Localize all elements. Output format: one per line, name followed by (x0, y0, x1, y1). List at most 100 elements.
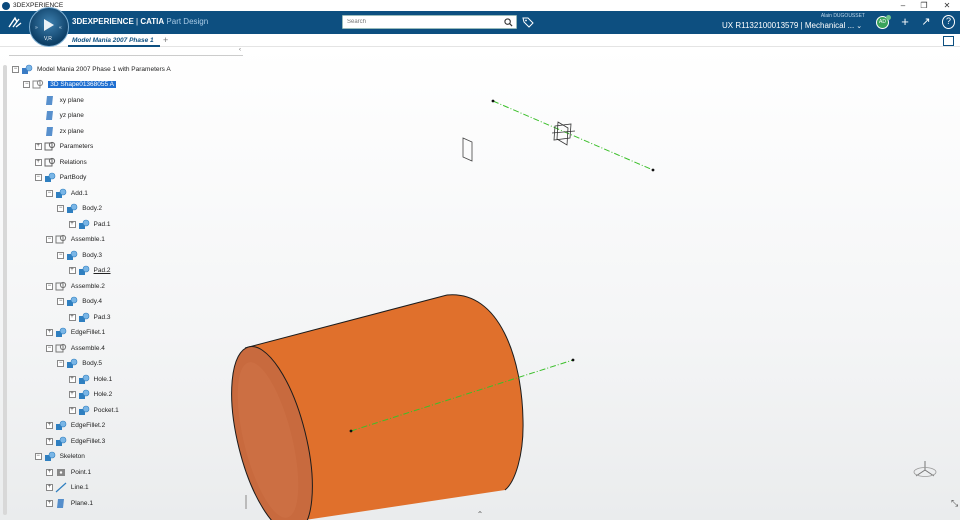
tree-node[interactable]: yz plane (35, 109, 84, 123)
collapse-node-icon[interactable]: − (45, 236, 53, 243)
fullscreen-icon[interactable] (943, 36, 954, 46)
tree-node[interactable]: − PartBody (34, 171, 86, 185)
tree-node[interactable]: + Pad.3 (68, 310, 111, 324)
search-box[interactable] (342, 15, 517, 29)
tree-resize-handle[interactable] (245, 495, 247, 509)
compass-button[interactable]: » « V,R (29, 7, 69, 47)
tree-node[interactable]: + Point.1 (45, 465, 91, 479)
tree-node[interactable]: + Relations (34, 155, 87, 169)
tree-node[interactable]: + Line.1 (45, 481, 89, 495)
play-icon[interactable] (44, 19, 54, 31)
expand-node-icon[interactable]: + (45, 422, 53, 429)
expand-node-icon[interactable]: + (45, 329, 53, 336)
expand-node-icon[interactable]: + (68, 313, 76, 321)
axis-endpoint[interactable] (571, 358, 575, 362)
tree-collapse-bar[interactable]: ‹ (9, 47, 243, 56)
restore-button[interactable]: ❐ (914, 0, 934, 11)
expand-node-icon[interactable]: + (45, 499, 53, 507)
compass-left-quadrant-icon[interactable]: » (35, 25, 38, 31)
collapse-node-icon[interactable]: − (34, 453, 42, 460)
help-button[interactable]: ? (942, 15, 955, 29)
axis-line-top[interactable] (492, 100, 654, 171)
collapse-node-icon[interactable]: − (34, 174, 42, 181)
tree-node[interactable]: − Body.3 (57, 248, 102, 262)
tree-node[interactable]: zx plane (35, 124, 84, 138)
avatar[interactable]: AD (876, 15, 891, 29)
expand-node-icon[interactable]: + (45, 484, 53, 491)
collapse-node-icon[interactable]: − (57, 251, 65, 259)
tree-node[interactable]: xy plane (35, 93, 84, 107)
expand-node-icon[interactable]: + (34, 158, 42, 166)
expand-node-icon[interactable]: + (45, 437, 53, 445)
reference-plane-glyph[interactable] (551, 121, 576, 146)
tree-node[interactable]: − Body.5 (57, 357, 102, 371)
tree-node[interactable]: − Body.4 (57, 295, 102, 309)
expand-node-icon[interactable]: + (34, 143, 42, 150)
collaborative-space-selector[interactable]: UX R1132100013579 | Mechanical ... ⌄ (722, 21, 862, 30)
tree-node[interactable]: + Hole.2 (68, 388, 112, 402)
tab-model-mania[interactable]: Model Mania 2007 Phase 1 (68, 34, 160, 47)
collapse-arrow-icon[interactable]: ‹ (239, 47, 241, 53)
collapse-node-icon[interactable]: − (45, 189, 53, 197)
tree-node-label: Pocket.1 (93, 406, 119, 414)
axis-endpoint[interactable] (349, 429, 353, 433)
tree-node[interactable]: − Assemble.2 (45, 279, 105, 293)
search-icon[interactable] (504, 18, 513, 27)
point-icon (56, 468, 65, 476)
tree-node[interactable]: − Model Mania 2007 Phase 1 with Parameter… (12, 62, 171, 76)
collapse-node-icon[interactable]: − (45, 344, 53, 352)
search-input[interactable] (343, 16, 493, 28)
expand-node-icon[interactable]: + (68, 406, 76, 414)
collapse-node-icon[interactable]: − (57, 360, 65, 367)
tree-node[interactable]: − 3D Shape01368055 A (23, 78, 116, 92)
expand-node-icon[interactable]: + (68, 267, 76, 274)
body-icon (67, 203, 78, 213)
share-button[interactable]: ↗ (919, 15, 933, 29)
tree-scrollbar[interactable] (3, 65, 7, 515)
tree-node[interactable]: + EdgeFillet.2 (45, 419, 105, 433)
tree-node[interactable]: − Body.2 (57, 202, 102, 216)
collapse-node-icon[interactable]: − (57, 205, 65, 212)
tree-node[interactable]: − Assemble.1 (45, 233, 105, 247)
tree-node[interactable]: + Pad.1 (68, 217, 111, 231)
window-title-bar: 3DEXPERIENCE – ❐ ✕ (0, 0, 960, 11)
add-tab-button[interactable]: + (163, 34, 168, 47)
tree-node[interactable]: − Assemble.4 (45, 341, 105, 355)
ds-logo-icon[interactable] (7, 15, 23, 30)
part-cylinder[interactable] (216, 294, 524, 520)
resize-grip-icon[interactable]: ⤡ (951, 498, 958, 509)
plane-symbol[interactable] (462, 137, 473, 162)
axis-endpoint[interactable] (491, 99, 495, 103)
expand-node-icon[interactable]: + (45, 468, 53, 476)
tree-node[interactable]: + EdgeFillet.1 (45, 326, 105, 340)
tree-node[interactable]: + Pad.2 (68, 264, 111, 278)
tree-node[interactable]: − Add.1 (45, 186, 88, 200)
expand-node-icon[interactable]: + (68, 391, 76, 398)
tree-node-label: Hole.1 (93, 375, 113, 383)
tree-node[interactable]: − Skeleton (34, 450, 85, 464)
tree-node[interactable]: + EdgeFillet.3 (45, 434, 105, 448)
tree-node[interactable]: + Plane.1 (45, 496, 93, 510)
tree-node[interactable]: + Pocket.1 (68, 403, 119, 417)
close-button[interactable]: ✕ (937, 0, 957, 11)
add-button[interactable]: + (898, 15, 912, 29)
collapse-node-icon[interactable]: − (57, 298, 65, 305)
compass-right-quadrant-icon[interactable]: « (59, 25, 62, 31)
collapse-node-icon[interactable]: − (45, 282, 53, 290)
collapse-node-icon[interactable]: − (23, 81, 31, 88)
tag-icon[interactable] (522, 16, 534, 28)
body-icon (67, 250, 78, 260)
expand-node-icon[interactable]: + (68, 220, 76, 228)
expand-node-icon[interactable]: + (68, 375, 76, 383)
tree-node[interactable]: + Parameters (34, 140, 93, 154)
minimize-button[interactable]: – (893, 0, 913, 11)
tree-node[interactable]: + Hole.1 (68, 372, 113, 386)
axis-endpoint[interactable] (651, 168, 655, 172)
avatar-initials: AD (879, 19, 886, 25)
assemble-icon (55, 281, 66, 290)
tree-node-label: Plane.1 (70, 499, 93, 507)
collapse-node-icon[interactable]: − (12, 65, 19, 73)
view-orientation-icon[interactable] (910, 458, 940, 482)
expand-panel-button[interactable]: ⌃ (473, 510, 487, 520)
pocket-icon (78, 405, 89, 415)
